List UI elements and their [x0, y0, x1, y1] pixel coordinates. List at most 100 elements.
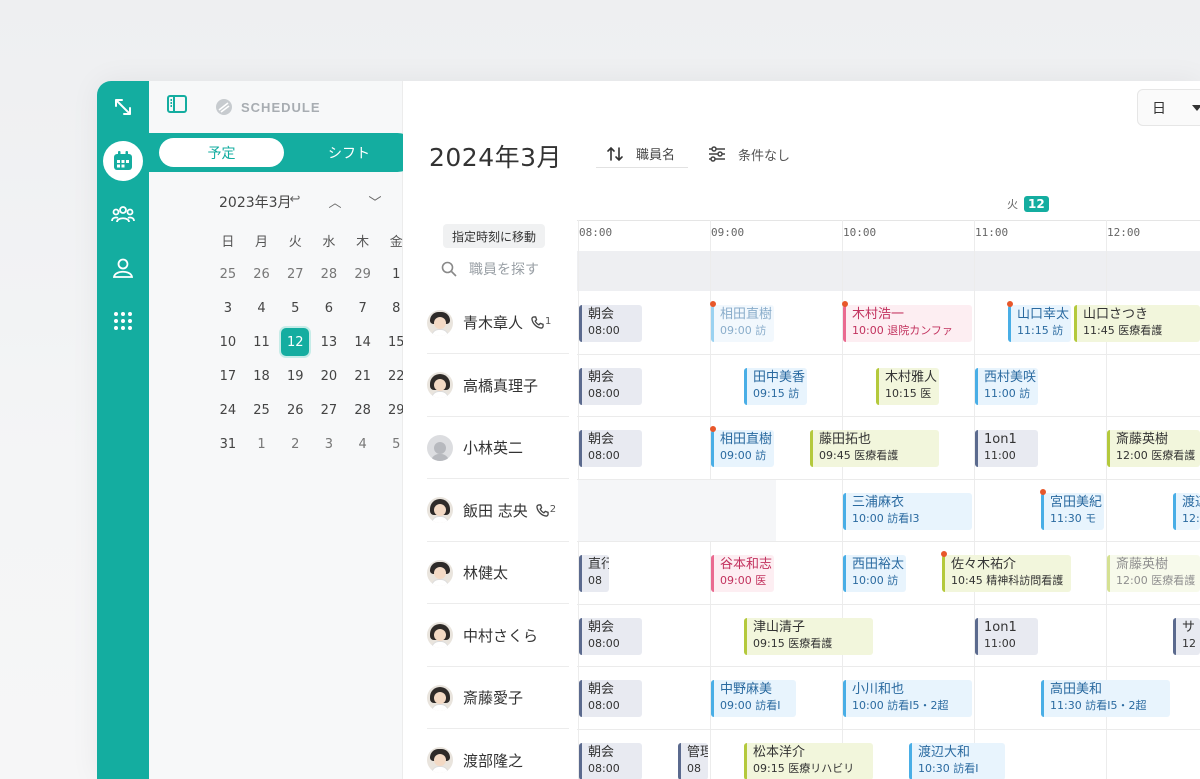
unavailable-block [578, 479, 776, 542]
jump-to-time-button[interactable]: 指定時刻に移動 [443, 224, 546, 248]
calendar-day[interactable]: 20 [312, 359, 346, 393]
calendar-day[interactable]: 21 [346, 359, 380, 393]
tab-schedule[interactable]: 予定 [159, 138, 284, 167]
event-card[interactable]: 山口さつき 11:45 医療看護 [1074, 305, 1200, 342]
event-card[interactable]: 1on1 11:00 [975, 617, 1038, 655]
phone-icon[interactable]: 1 [531, 316, 551, 329]
event-card[interactable]: サ 12 [1173, 617, 1200, 655]
staff-row[interactable]: 飯田 志央 2 [427, 480, 569, 542]
calendar-day[interactable]: 18 [245, 359, 279, 393]
event-card[interactable]: 朝会 08:00 [579, 305, 642, 342]
event-title: 渡辺 [1182, 494, 1200, 510]
event-card[interactable]: 高田美和 11:30 訪看Ⅰ5・2超 [1041, 680, 1170, 717]
event-card[interactable]: 斎藤英樹 12:00 医療看護 [1107, 555, 1200, 592]
event-card[interactable]: 松本洋介 09:15 医療リハビリ [744, 742, 873, 779]
calendar-day[interactable]: 29 [346, 257, 380, 291]
calendar-day[interactable]: 6 [312, 291, 346, 325]
event-card[interactable]: 渡辺大和 10:30 訪看Ⅰ [909, 742, 1005, 779]
event-card[interactable]: 朝会 08:00 [579, 367, 642, 405]
staff-row[interactable]: 小林英二 [427, 417, 569, 479]
sort-button[interactable]: 職員名 [596, 140, 688, 168]
calendar-day[interactable]: 11 [245, 325, 279, 359]
event-card[interactable]: 朝会 08:00 [579, 430, 642, 467]
tab-shift[interactable]: シフト [294, 138, 404, 167]
time-tick-label: 11:00 [975, 226, 1009, 239]
calendar-today-button[interactable]: ↩ [287, 192, 303, 207]
calendar-day[interactable]: 3 [211, 291, 245, 325]
event-card[interactable]: 朝会 08:00 [579, 617, 642, 655]
staff-search[interactable]: 職員を探す [441, 259, 539, 279]
event-card[interactable]: 津山清子 09:15 医療看護 [744, 617, 873, 655]
user-icon[interactable] [97, 248, 149, 288]
calendar-day[interactable]: 28 [346, 393, 380, 427]
calendar-day[interactable]: 17 [211, 359, 245, 393]
calendar-day[interactable]: 28 [312, 257, 346, 291]
app-window: SCHEDULE 2023年3月 ↩ ︿ ﹀ 日月火水木金土2526272829… [97, 81, 1200, 779]
calendar-day[interactable]: 13 [312, 325, 346, 359]
calendar-day[interactable]: 25 [245, 393, 279, 427]
calendar-day[interactable]: 31 [211, 427, 245, 461]
calendar-day[interactable]: 3 [312, 427, 346, 461]
calendar-day[interactable]: 4 [346, 427, 380, 461]
event-card[interactable]: 中野麻美 09:00 訪看Ⅰ [711, 680, 796, 717]
event-card[interactable]: 直行 08 [579, 555, 609, 592]
calendar-day[interactable]: 27 [278, 257, 312, 291]
apps-icon[interactable] [97, 301, 149, 341]
calendar-day[interactable]: 14 [346, 325, 380, 359]
staff-row[interactable]: 斎藤愛子 [427, 667, 569, 729]
team-icon[interactable] [97, 194, 149, 234]
staff-name: 青木章人 [463, 314, 524, 332]
staff-row[interactable]: 林健太 [427, 542, 569, 604]
phone-icon[interactable]: 2 [536, 504, 556, 517]
event-card[interactable]: 宮田美紀 11:30 モ [1041, 492, 1104, 530]
event-card[interactable]: 斎藤英樹 12:00 医療看護 [1107, 430, 1200, 467]
calendar-prev-button[interactable]: ︿ [327, 192, 343, 211]
calendar-day[interactable]: 12 [278, 325, 312, 359]
calendar-day[interactable]: 2 [278, 427, 312, 461]
calendar-day[interactable]: 4 [245, 291, 279, 325]
calendar-day[interactable]: 26 [245, 257, 279, 291]
event-card[interactable]: 朝会 08:00 [579, 742, 642, 779]
staff-row[interactable]: 青木章人 1 [427, 292, 569, 354]
calendar-day[interactable]: 25 [211, 257, 245, 291]
expand-icon[interactable] [97, 87, 149, 127]
staff-row[interactable]: 高橋真理子 [427, 355, 569, 417]
event-card[interactable]: 藤田拓也 09:45 医療看護 [810, 430, 939, 467]
sidebar-toggle-icon[interactable] [167, 95, 187, 113]
event-card[interactable]: 佐々木祐介 10:45 精神科訪問看護 [942, 555, 1071, 592]
event-card[interactable]: 木村雅人 10:15 医 [876, 367, 939, 405]
event-card[interactable]: 谷本和志 09:00 医 [711, 555, 774, 592]
search-input[interactable]: 職員を探す [469, 259, 539, 279]
calendar-day[interactable]: 27 [312, 393, 346, 427]
event-detail: 08:00 [588, 761, 620, 775]
staff-name: 林健太 [463, 564, 509, 582]
event-card[interactable]: 小川和也 10:00 訪看Ⅰ5・2超 [843, 680, 972, 717]
event-card[interactable]: 朝会 08:00 [579, 680, 642, 717]
event-card[interactable]: 管理08 [678, 742, 708, 779]
staff-row[interactable]: 中村さくら [427, 605, 569, 667]
staff-row[interactable]: 渡部隆之 [427, 730, 569, 779]
calendar-next-button[interactable]: ﹀ [367, 192, 383, 211]
event-card[interactable]: 田中美香 09:15 訪 [744, 367, 807, 405]
event-card[interactable]: 木村浩一 10:00 退院カンファ [843, 305, 972, 342]
event-card[interactable]: 渡辺12:30 [1173, 492, 1200, 530]
event-card[interactable]: 西村美咲 11:00 訪 [975, 367, 1038, 405]
event-card[interactable]: 相田直樹 09:00 訪 [711, 305, 774, 342]
view-select[interactable]: 日 [1137, 89, 1200, 126]
filter-button[interactable]: 条件なし [708, 140, 790, 168]
event-card[interactable]: 山口幸太 11:15 訪 [1008, 305, 1071, 342]
event-detail: 12 [1182, 636, 1196, 650]
calendar-day[interactable]: 24 [211, 393, 245, 427]
calendar-day[interactable]: 7 [346, 291, 380, 325]
event-card[interactable]: 西田裕太 10:00 訪 [843, 555, 906, 592]
event-card[interactable]: 三浦麻衣 10:00 訪看Ⅰ3 [843, 492, 972, 530]
calendar-day[interactable]: 10 [211, 325, 245, 359]
event-card[interactable]: 1on1 11:00 [975, 430, 1038, 467]
staff-name: 小林英二 [463, 439, 524, 457]
event-card[interactable]: 相田直樹 09:00 訪 [711, 430, 774, 467]
calendar-day[interactable]: 1 [245, 427, 279, 461]
calendar-day[interactable]: 26 [278, 393, 312, 427]
calendar-day[interactable]: 5 [278, 291, 312, 325]
calendar-icon[interactable] [97, 141, 149, 181]
calendar-day[interactable]: 19 [278, 359, 312, 393]
